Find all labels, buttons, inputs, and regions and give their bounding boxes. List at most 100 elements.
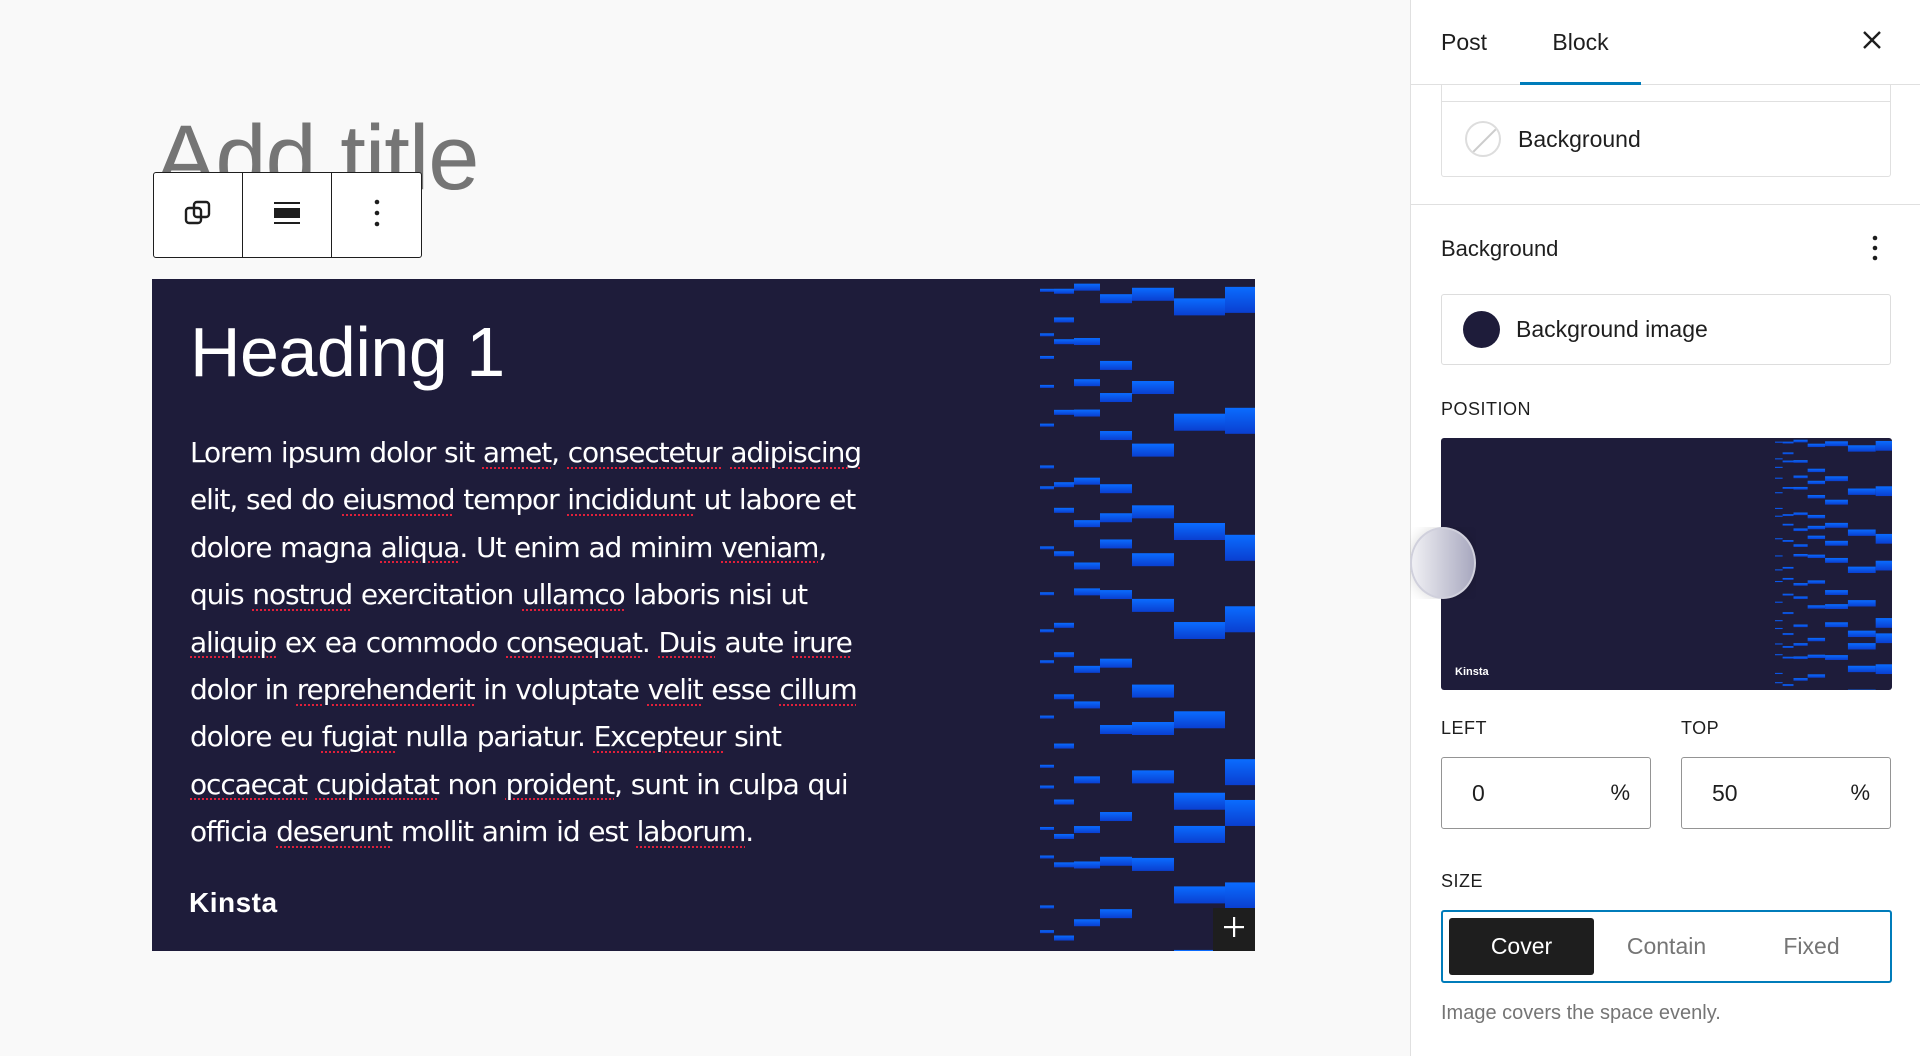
block-toolbar — [153, 172, 422, 258]
tab-post[interactable]: Post — [1441, 0, 1487, 84]
pattern-block — [1775, 466, 1783, 468]
pattern-block — [1793, 486, 1808, 490]
focal-left-input[interactable] — [1472, 779, 1572, 807]
pattern-block — [1807, 525, 1826, 530]
pattern-block — [1100, 725, 1132, 735]
pattern-block — [1782, 612, 1794, 615]
pattern-block — [1793, 656, 1808, 660]
pattern-block — [1782, 441, 1794, 444]
pattern-block — [1807, 514, 1826, 519]
background-panel-title: Background — [1441, 236, 1559, 261]
focal-point-picker[interactable]: Kinsta — [1441, 438, 1892, 690]
misspelled-word: Duis — [658, 625, 716, 659]
align-full-width-icon — [273, 199, 301, 232]
size-option-contain[interactable]: Contain — [1594, 918, 1739, 975]
pattern-block — [1132, 443, 1174, 457]
pattern-block — [1040, 855, 1054, 859]
paragraph-line: dolor in reprehenderit in voluptate veli… — [190, 666, 890, 713]
pattern-block — [1054, 551, 1074, 557]
pattern-block — [1793, 643, 1808, 646]
pattern-block — [1782, 633, 1794, 636]
pattern-block — [1040, 592, 1054, 596]
cover-heading[interactable]: Heading 1 — [190, 312, 505, 392]
pattern-block — [1174, 886, 1225, 904]
align-button[interactable] — [243, 173, 332, 257]
more-vertical-icon — [372, 198, 382, 233]
pattern-block — [1174, 298, 1225, 316]
background-image-item[interactable]: Background image — [1441, 294, 1891, 365]
pattern-block — [1875, 618, 1892, 628]
pattern-block — [1875, 664, 1892, 675]
text-run — [307, 768, 316, 801]
pattern-block — [1807, 443, 1826, 448]
paragraph-line: quis nostrud exercitation ullamco labori… — [190, 571, 890, 618]
pattern-block — [1074, 588, 1100, 596]
pattern-block — [1825, 622, 1848, 628]
pattern-block — [1174, 523, 1225, 541]
unit-label: % — [1610, 780, 1630, 805]
pattern-block — [1847, 600, 1876, 607]
misspelled-word: nostrud — [252, 578, 353, 612]
color-item-background[interactable]: Background — [1442, 102, 1890, 176]
paragraph-line: dolore eu fugiat nulla pariatur. Excepte… — [190, 713, 890, 760]
pattern-block — [1847, 529, 1876, 536]
cover-paragraph[interactable]: Lorem ipsum dolor sit amet, consectetur … — [190, 429, 890, 856]
misspelled-word: aliqua — [380, 530, 461, 564]
block-type-button[interactable] — [154, 173, 243, 257]
pattern-block — [1875, 440, 1892, 451]
pattern-block — [1100, 431, 1132, 441]
focal-point-handle[interactable] — [1410, 527, 1476, 599]
pattern-block — [1074, 701, 1100, 709]
pattern-block — [1782, 487, 1794, 489]
text-run: , sunt in culpa qui — [614, 767, 848, 801]
misspelled-word: laborum — [636, 815, 747, 849]
misspelled-word: proident — [505, 767, 616, 801]
focal-preview-logo: Kinsta — [1455, 666, 1489, 678]
close-sidebar-button[interactable] — [1854, 24, 1890, 60]
pattern-block — [1825, 590, 1848, 595]
pattern-block — [1775, 682, 1783, 684]
add-block-button[interactable] — [1213, 908, 1255, 951]
pattern-block — [1807, 468, 1826, 473]
paragraph-line: officia deserunt mollit anim id est labo… — [190, 808, 890, 855]
block-options-button[interactable] — [332, 173, 421, 257]
editor-canvas: Add title Heading 1 Lorem ipsum dolor si… — [0, 0, 1410, 1056]
paragraph-line: dolore magna aliqua. Ut enim ad minim ve… — [190, 524, 890, 571]
size-option-fixed[interactable]: Fixed — [1739, 918, 1884, 975]
pattern-block — [1793, 475, 1808, 479]
pattern-block — [1825, 522, 1848, 528]
pattern-block — [1040, 288, 1054, 292]
pattern-block — [1074, 520, 1100, 528]
text-run: . Ut enim ad minim — [459, 530, 722, 564]
misspelled-word: velit — [647, 673, 704, 707]
size-option-cover[interactable]: Cover — [1449, 918, 1594, 975]
left-label: LEFT — [1441, 718, 1488, 738]
pattern-block — [1054, 833, 1074, 839]
pattern-block — [1775, 555, 1783, 557]
text-run: sint — [725, 720, 782, 754]
misspelled-word: ullamco — [522, 578, 626, 612]
color-panel-previous-item[interactable] — [1442, 85, 1890, 102]
cover-block[interactable]: Heading 1 Lorem ipsum dolor sit amet, co… — [152, 279, 1255, 951]
pattern-block — [1100, 360, 1132, 370]
pattern-block — [1054, 507, 1074, 513]
text-run: aute — [715, 625, 793, 659]
misspelled-word: eiusmod — [342, 483, 456, 517]
misspelled-word: Excepteur — [593, 720, 727, 754]
pattern-block — [1225, 799, 1255, 826]
kinsta-logo: Kinsta — [189, 887, 278, 918]
pattern-block — [1132, 287, 1174, 301]
misspelled-word: cupidatat — [315, 767, 440, 801]
text-run: ex ea commodo — [276, 625, 506, 659]
pattern-block — [1782, 656, 1794, 659]
size-label: SIZE — [1441, 871, 1484, 891]
focal-top-input[interactable] — [1712, 779, 1812, 807]
text-run: exercitation — [352, 578, 522, 612]
pattern-block — [1054, 409, 1074, 415]
pattern-block — [1807, 535, 1826, 540]
background-options-button[interactable] — [1860, 232, 1890, 268]
pattern-block — [1847, 630, 1876, 638]
pattern-block — [1793, 678, 1808, 681]
tab-block[interactable]: Block — [1520, 0, 1641, 85]
color-panel: Background — [1441, 85, 1891, 177]
